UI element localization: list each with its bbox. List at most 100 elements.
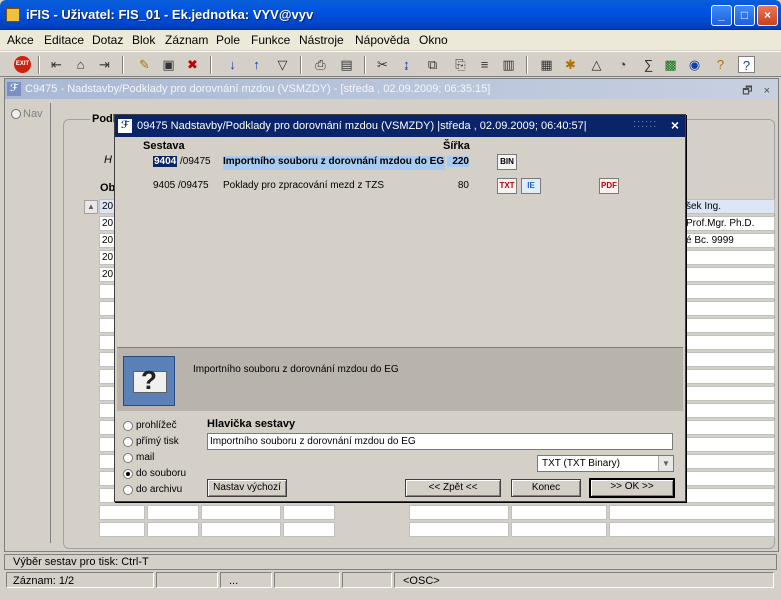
copy-icon[interactable]: ⧉ <box>424 56 441 73</box>
output-option[interactable]: do souboru <box>123 467 203 482</box>
sum-icon[interactable]: ∑ <box>640 56 657 73</box>
clock-icon[interactable]: ◔ <box>614 56 631 73</box>
table-cell-empty[interactable] <box>683 386 775 401</box>
txt-format-icon[interactable]: TXT <box>497 178 517 194</box>
radio-button[interactable] <box>123 485 133 495</box>
menu-napoveda[interactable]: Nápověda <box>355 33 410 47</box>
close-button[interactable]: × <box>757 5 778 26</box>
table-cell-empty[interactable] <box>683 471 775 486</box>
menu-blok[interactable]: Blok <box>132 33 155 47</box>
dialog-close-button[interactable]: × <box>668 118 682 132</box>
table-cell-empty[interactable] <box>201 505 281 520</box>
radio-button[interactable] <box>123 421 133 431</box>
format-select[interactable]: TXT (TXT Binary) ▼ <box>537 455 674 472</box>
list-icon[interactable]: ≡ <box>476 56 493 73</box>
excel-icon[interactable]: ▩ <box>662 56 679 73</box>
calc-icon[interactable]: ▦ <box>538 56 555 73</box>
warning-icon[interactable]: △ <box>588 56 605 73</box>
output-option[interactable]: prohlížeč <box>123 419 203 434</box>
report-row[interactable]: 9404 /09475 Importního souboru z dorovná… <box>115 154 685 172</box>
back-button[interactable]: << Zpět << <box>405 479 501 497</box>
set-defaults-button[interactable]: Nastav výchozí <box>207 479 287 497</box>
cut-icon[interactable]: ✂ <box>374 56 391 73</box>
print-setup-icon[interactable]: ⎙ <box>312 56 329 73</box>
settings-icon[interactable]: ✱ <box>562 56 579 73</box>
chevron-down-icon[interactable]: ▼ <box>658 456 673 471</box>
word-icon[interactable]: ◉ <box>686 56 703 73</box>
table-cell-empty[interactable] <box>283 522 335 537</box>
report-row[interactable]: 9405 /09475 Poklady pro zpracování mezd … <box>115 178 685 196</box>
table-cell-empty[interactable] <box>147 522 199 537</box>
table-cell-empty[interactable] <box>511 505 607 520</box>
help-icon[interactable]: ? <box>712 56 729 73</box>
table-cell-empty[interactable] <box>99 505 145 520</box>
ie-format-icon[interactable]: IE <box>521 178 541 194</box>
table-cell-empty[interactable] <box>683 352 775 367</box>
menu-pole[interactable]: Pole <box>216 33 240 47</box>
table-cell-empty[interactable] <box>683 250 775 265</box>
radio-button[interactable] <box>123 453 133 463</box>
exit-icon[interactable]: EXIT <box>14 56 31 73</box>
sort-asc-icon[interactable]: ↓ <box>224 56 241 73</box>
filter-icon[interactable]: ▽ <box>274 56 291 73</box>
column-icon[interactable]: ▥ <box>500 56 517 73</box>
ok-button[interactable]: >> OK >> <box>589 478 675 498</box>
maximize-button[interactable]: □ <box>734 5 755 26</box>
drag-grip-icon[interactable]: :::::: <box>633 118 657 130</box>
menu-okno[interactable]: Okno <box>419 33 448 47</box>
save-icon[interactable]: ⇤ <box>48 56 65 73</box>
sort-desc-icon[interactable]: ↑ <box>248 56 265 73</box>
table-cell-empty[interactable] <box>511 522 607 537</box>
print-icon[interactable]: ✎ <box>136 56 153 73</box>
document-icon[interactable]: ▣ <box>160 56 177 73</box>
table-cell[interactable]: é Bc. 9999 <box>683 233 775 248</box>
menu-zaznam[interactable]: Záznam <box>165 33 208 47</box>
table-cell-empty[interactable] <box>201 522 281 537</box>
output-option[interactable]: mail <box>123 451 203 466</box>
tab-fragment[interactable]: H <box>104 154 112 166</box>
output-option[interactable]: do archivu <box>123 483 203 498</box>
mdi-window-controls[interactable]: 🗗 × <box>742 82 774 101</box>
table-cell-empty[interactable] <box>147 505 199 520</box>
minimize-button[interactable]: _ <box>711 5 732 26</box>
table-cell-empty[interactable] <box>409 505 509 520</box>
table-cell-empty[interactable] <box>609 522 775 537</box>
end-button[interactable]: Konec <box>511 479 581 497</box>
table-cell-empty[interactable] <box>283 505 335 520</box>
cancel-icon[interactable]: ⌂ <box>72 56 89 73</box>
menu-nastroje[interactable]: Nástroje <box>299 33 344 47</box>
menu-editace[interactable]: Editace <box>44 33 84 47</box>
table-cell-empty[interactable] <box>609 505 775 520</box>
print-preview-icon[interactable]: ⇥ <box>96 56 113 73</box>
menu-akce[interactable]: Akce <box>7 33 34 47</box>
question-icon[interactable]: ? <box>738 56 755 73</box>
report-header-input[interactable]: Importního souboru z dorovnání mzdou do … <box>207 433 673 450</box>
table-cell-empty[interactable] <box>683 420 775 435</box>
menu-funkce[interactable]: Funkce <box>251 33 290 47</box>
table-cell[interactable]: šek Ing. <box>683 199 775 214</box>
table-cell-empty[interactable] <box>683 301 775 316</box>
page-icon[interactable]: ▤ <box>338 56 355 73</box>
radio-button[interactable] <box>123 437 133 447</box>
table-cell-empty[interactable] <box>683 284 775 299</box>
table-cell-empty[interactable] <box>683 369 775 384</box>
table-cell-empty[interactable] <box>683 488 775 503</box>
menu-dotaz[interactable]: Dotaz <box>92 33 123 47</box>
table-cell-empty[interactable] <box>683 318 775 333</box>
nav-radio[interactable] <box>11 109 21 119</box>
output-option[interactable]: přímý tisk <box>123 435 203 450</box>
scroll-up-arrow[interactable]: ▲ <box>84 200 98 214</box>
pdf-format-icon[interactable]: PDF <box>599 178 619 194</box>
table-cell-empty[interactable] <box>683 437 775 452</box>
table-cell-empty[interactable] <box>683 454 775 469</box>
table-cell-empty[interactable] <box>683 267 775 282</box>
radio-button-checked[interactable] <box>123 469 133 479</box>
paste-icon[interactable]: ⎘ <box>452 56 469 73</box>
table-cell-empty[interactable] <box>683 335 775 350</box>
table-cell-empty[interactable] <box>99 522 145 537</box>
delete-icon[interactable]: ✖ <box>184 56 201 73</box>
table-cell[interactable]: Prof.Mgr. Ph.D. <box>683 216 775 231</box>
table-cell-empty[interactable] <box>409 522 509 537</box>
table-cell-empty[interactable] <box>683 403 775 418</box>
bin-format-icon[interactable]: BIN <box>497 154 517 170</box>
